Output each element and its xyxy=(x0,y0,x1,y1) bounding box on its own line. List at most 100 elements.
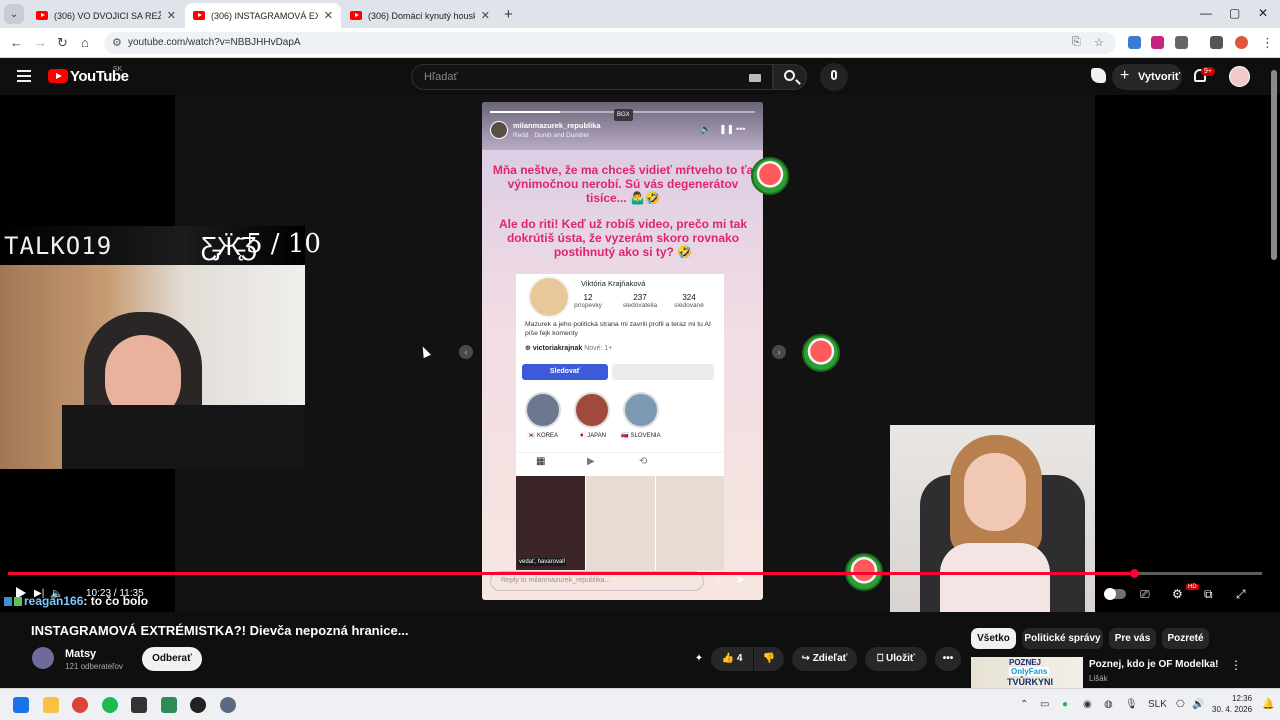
taskbar-clock[interactable]: 12:36 30. 4. 2026 xyxy=(1212,693,1252,715)
tab-search-icon[interactable]: ⌄ xyxy=(4,4,24,24)
chat-badge-icon xyxy=(4,597,12,607)
dislike-button[interactable]: 👎 xyxy=(754,647,784,671)
recommended-channel[interactable]: Lišák xyxy=(1089,674,1108,683)
channel-name[interactable]: Matsy xyxy=(65,648,96,660)
windows-taskbar: ⌃ ▭ ● ◉ ◍ 🎙 SLK ⎔ 🔊 12:36 30. 4. 2026 🔔 xyxy=(0,688,1280,720)
posts-grid: vedať, havaroval! xyxy=(516,476,724,570)
rating-counter: 5 / 10 xyxy=(246,229,321,259)
chrome-icon[interactable] xyxy=(72,697,88,713)
ublock-extension-icon[interactable] xyxy=(1151,36,1164,49)
obs-icon[interactable] xyxy=(190,697,206,713)
miniplayer-icon[interactable]: ⧉ xyxy=(1204,587,1213,602)
extensions-puzzle-icon[interactable] xyxy=(1175,36,1188,49)
chip-for-you[interactable]: Pre vás xyxy=(1109,628,1156,649)
install-app-icon[interactable]: ⎘ xyxy=(1072,36,1081,49)
pause-icon: ❚❚ xyxy=(719,124,735,134)
ask-ai-icon[interactable]: ✦ xyxy=(684,647,714,671)
volume-tray-icon[interactable]: 🔊 xyxy=(1192,699,1204,710)
chip-watched[interactable]: Pozreté xyxy=(1162,628,1209,649)
home-icon[interactable]: ⌂ xyxy=(81,35,89,50)
maximize-button[interactable]: ▢ xyxy=(1229,6,1240,20)
page-scrollbar[interactable] xyxy=(1271,70,1277,260)
country-code: SK xyxy=(113,66,123,73)
repost-icon: ⟲ xyxy=(639,456,648,467)
guide-menu-icon[interactable] xyxy=(17,70,31,82)
extension-icon[interactable] xyxy=(1128,36,1141,49)
grid-icon: ▦ xyxy=(536,456,546,467)
progress-scrubber[interactable] xyxy=(1130,569,1140,578)
account-avatar[interactable] xyxy=(1229,66,1250,87)
tray-steam-icon[interactable]: ◉ xyxy=(1083,699,1092,710)
settings-icon[interactable] xyxy=(220,697,236,713)
tray-mic-icon[interactable]: 🎙 xyxy=(1125,699,1138,710)
share-button[interactable]: ↪ Zdieľať xyxy=(792,647,857,671)
network-icon[interactable]: ⎔ xyxy=(1176,699,1185,710)
profile-name: Viktória Krajňaková xyxy=(581,279,646,288)
search-button[interactable] xyxy=(773,64,807,90)
chat-badge-icon xyxy=(14,597,22,607)
youtube-favicon-icon xyxy=(36,11,48,20)
tray-chevron-icon[interactable]: ⌃ xyxy=(1020,699,1028,710)
stat-following: 324 sledované xyxy=(674,293,704,309)
minimize-button[interactable]: — xyxy=(1200,6,1212,20)
voice-search-button[interactable] xyxy=(820,63,848,91)
start-windows-icon[interactable] xyxy=(13,697,29,713)
chip-all[interactable]: Všetko xyxy=(971,628,1016,649)
search-input[interactable]: Hľadať xyxy=(411,64,773,90)
settings-gear-icon[interactable]: ⚙ xyxy=(1172,587,1183,601)
app-icon[interactable] xyxy=(161,697,177,713)
save-button[interactable]: ⎕ Uložiť xyxy=(865,647,927,671)
chat-message: reagan166: to čo bolo xyxy=(4,594,148,608)
tray-obs-icon[interactable]: ◍ xyxy=(1104,699,1113,710)
new-tab-button[interactable]: + xyxy=(504,6,513,23)
highlight-label: 🇸🇰 SLOVENIA xyxy=(621,433,661,439)
keyboard-icon[interactable] xyxy=(749,74,761,82)
tab-close-icon[interactable]: ✕ xyxy=(324,9,333,22)
file-explorer-icon[interactable] xyxy=(43,697,59,713)
create-button[interactable]: + Vytvoriť xyxy=(1112,64,1182,90)
browser-tab-2[interactable]: (306) INSTAGRAMOVÁ EXTRÉMI... ✕ xyxy=(185,3,341,28)
webcam-monitor xyxy=(62,405,305,469)
profile-icon[interactable] xyxy=(1235,36,1248,49)
browser-tab-strip: ⌄ (306) VO DVOJICI SA REŽE LEPŠ... ✕ (30… xyxy=(0,0,1280,28)
more-actions-button[interactable]: ••• xyxy=(935,647,961,671)
browser-tab-3[interactable]: (306) Domácí kynutý houskový... ✕ xyxy=(342,3,498,28)
girl-webcam xyxy=(890,425,1095,612)
story-avatar xyxy=(490,121,508,139)
webcam-body xyxy=(940,543,1050,612)
back-icon[interactable]: ← xyxy=(10,35,23,50)
browser-tab-1[interactable]: (306) VO DVOJICI SA REŽE LEPŠ... ✕ xyxy=(28,3,184,28)
spotify-icon[interactable] xyxy=(102,697,118,713)
address-bar[interactable]: ⚙ youtube.com/watch?v=NBBJHHvDapA ⎘ ☆ xyxy=(104,32,1116,54)
like-button[interactable]: 👍 4 xyxy=(711,647,753,671)
close-window-button[interactable]: ✕ xyxy=(1258,6,1268,20)
recommended-title[interactable]: Poznej, kdo je OF Modelka! xyxy=(1089,659,1218,670)
create-label: Vytvoriť xyxy=(1138,71,1181,83)
forward-icon[interactable]: → xyxy=(34,35,47,50)
recommended-menu-icon[interactable]: ⋮ xyxy=(1230,658,1242,672)
subscribe-button[interactable]: Odberať xyxy=(142,647,202,671)
recommended-thumbnail[interactable]: POZNEJ OnlyFans TVŮRKYNI xyxy=(971,657,1083,688)
notifications-icon[interactable]: 🔔 xyxy=(1262,699,1274,710)
ask-ai-icon[interactable] xyxy=(1091,68,1106,83)
tray-app-icon[interactable]: ▭ xyxy=(1040,699,1049,710)
autoplay-toggle[interactable] xyxy=(1104,588,1126,600)
video-progress-bar[interactable] xyxy=(8,569,1262,578)
terminal-icon[interactable] xyxy=(131,697,147,713)
tab-close-icon[interactable]: ✕ xyxy=(481,9,490,22)
youtube-favicon-icon xyxy=(193,11,205,20)
tray-spotify-icon[interactable]: ● xyxy=(1062,699,1068,710)
bookmark-star-icon[interactable]: ☆ xyxy=(1094,36,1104,49)
subtitles-icon[interactable]: ⎚ xyxy=(1140,587,1150,602)
chip-political-news[interactable]: Politické správy xyxy=(1022,628,1103,649)
site-info-icon[interactable]: ⚙ xyxy=(112,36,122,49)
streamer-tag: TALKO19 xyxy=(4,232,113,260)
reload-icon[interactable]: ↻ xyxy=(57,35,68,51)
browser-menu-icon[interactable]: ⋮ xyxy=(1261,35,1274,51)
reading-list-icon[interactable] xyxy=(1210,36,1223,49)
keyboard-language[interactable]: SLK xyxy=(1148,699,1167,710)
channel-avatar[interactable] xyxy=(32,647,54,669)
fullscreen-icon[interactable]: ⤢ xyxy=(1236,587,1246,602)
youtube-logo-icon[interactable] xyxy=(48,69,68,83)
tab-close-icon[interactable]: ✕ xyxy=(167,9,176,22)
